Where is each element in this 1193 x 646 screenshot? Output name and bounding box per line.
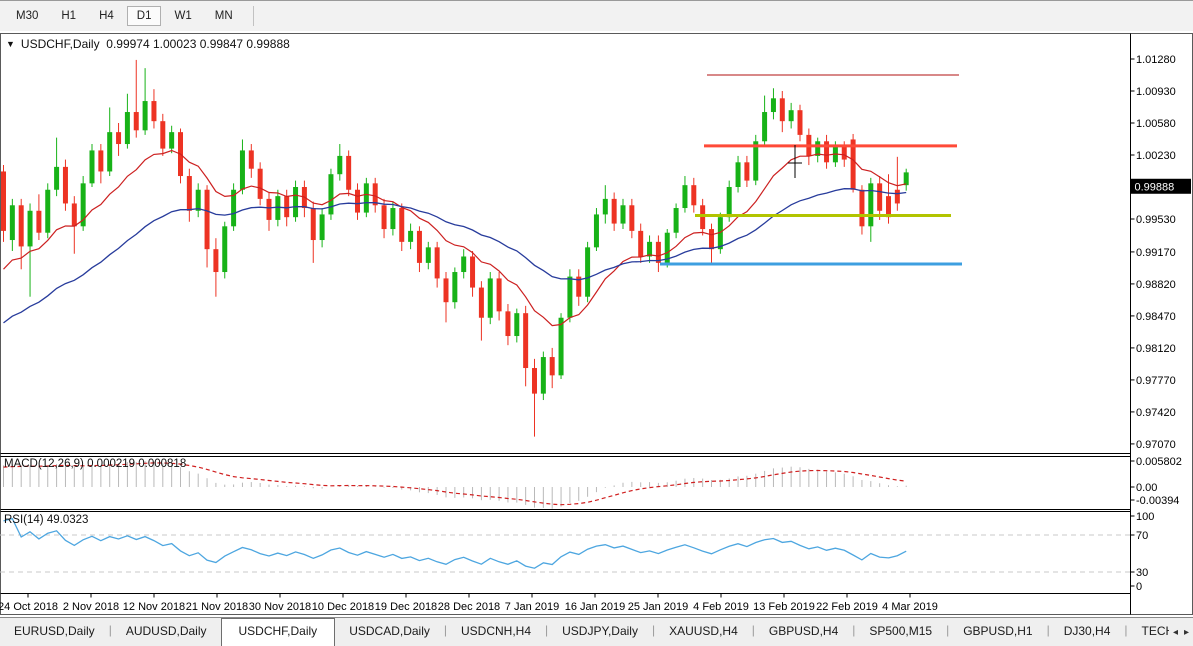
rsi-axis-tick: 70: [1136, 530, 1148, 542]
date-tick: 2 Nov 2018: [63, 601, 119, 613]
chart-ohlc-values: 0.99974 1.00023 0.99847 0.99888: [106, 37, 290, 51]
date-tick: 22 Feb 2019: [816, 601, 878, 613]
chart-tab-gbpusd-h4[interactable]: GBPUSD,H4: [755, 618, 852, 646]
symbol-dropdown-icon[interactable]: ▼: [6, 39, 15, 49]
price-tick: 0.97070: [1136, 439, 1176, 451]
price-tick: 0.98120: [1136, 343, 1176, 355]
timeframe-button-mn[interactable]: MN: [205, 6, 243, 26]
date-tick: 13 Feb 2019: [753, 601, 815, 613]
rsi-axis-tick: 30: [1136, 567, 1148, 579]
price-tick: 1.01280: [1136, 54, 1176, 66]
timeframe-button-h4[interactable]: H4: [89, 6, 124, 26]
price-tick: 0.99170: [1136, 247, 1176, 259]
price-tick: 0.98820: [1136, 279, 1176, 291]
chart-tab-audusd-daily[interactable]: AUDUSD,Daily: [112, 618, 221, 646]
chart-title: ▼ USDCHF,Daily 0.99974 1.00023 0.99847 0.…: [6, 37, 290, 51]
rsi-indicator-label: RSI(14) 49.0323: [4, 514, 88, 526]
price-tick: 0.98470: [1136, 311, 1176, 323]
mt4-window: { "toolbar": { "timeframes": [ {"label":…: [0, 0, 1193, 646]
price-tick: 1.00230: [1136, 150, 1176, 162]
date-tick: 10 Dec 2018: [312, 601, 374, 613]
price-tick: 0.97420: [1136, 407, 1176, 419]
chart-tab-xauusd-h4[interactable]: XAUUSD,H4: [655, 618, 752, 646]
price-tick: 0.97770: [1136, 375, 1176, 387]
chart-window: 1.01280 1.00930 1.00580 1.00230 0.99530 0.991…: [0, 33, 1193, 615]
tab-scroll-buttons: ◂ ▸: [1169, 618, 1193, 646]
chart-canvas[interactable]: 1.01280 1.00930 1.00580 1.00230 0.99530 0.991…: [0, 33, 1193, 615]
rsi-axis-tick: 100: [1136, 511, 1154, 523]
chart-tab-sp500-m15[interactable]: SP500,M15: [855, 618, 946, 646]
macd-name: MACD(12,26,9): [4, 458, 84, 470]
date-tick: 4 Mar 2019: [882, 601, 938, 613]
date-tick: 25 Jan 2019: [628, 601, 689, 613]
macd-axis-tick: 0.005802: [1136, 456, 1182, 468]
chart-symbol-label: USDCHF,Daily: [21, 37, 100, 51]
price-tick: 1.00930: [1136, 86, 1176, 98]
date-tick: 7 Jan 2019: [505, 601, 559, 613]
macd-values: 0.000219 0.000818: [87, 458, 186, 470]
current-price-label: 0.99888: [1135, 181, 1175, 193]
date-tick: 12 Nov 2018: [123, 601, 185, 613]
chart-tab-usdcad-daily[interactable]: USDCAD,Daily: [335, 618, 444, 646]
date-tick: 21 Nov 2018: [186, 601, 248, 613]
date-tick: 30 Nov 2018: [249, 601, 311, 613]
chart-tab-gbpusd-h1[interactable]: GBPUSD,H1: [949, 618, 1046, 646]
date-tick: 4 Feb 2019: [693, 601, 749, 613]
price-tick: 1.00580: [1136, 118, 1176, 130]
chart-tab-usdchf-daily[interactable]: USDCHF,Daily: [221, 618, 336, 646]
timeframe-toolbar: M30H1H4D1W1MN: [0, 0, 1193, 31]
chart-tab-usdjpy-daily[interactable]: USDJPY,Daily: [548, 618, 652, 646]
date-tick: 16 Jan 2019: [565, 601, 626, 613]
price-tick: 0.99530: [1136, 214, 1176, 226]
tab-scroll-right-icon[interactable]: ▸: [1184, 627, 1189, 638]
toolbar-separator: [253, 6, 254, 26]
date-tick: 28 Dec 2018: [438, 601, 500, 613]
chart-tabbar: EURUSD,Daily|AUDUSD,DailyUSDCHF,DailyUSD…: [0, 617, 1193, 646]
date-tick: 24 Oct 2018: [0, 601, 58, 613]
date-tick: 19 Dec 2018: [375, 601, 437, 613]
macd-axis-tick: -0.00394: [1136, 495, 1179, 507]
timeframe-button-w1[interactable]: W1: [164, 6, 201, 26]
rsi-value: 49.0323: [47, 514, 89, 526]
chart-tab-dj30-h4[interactable]: DJ30,H4: [1050, 618, 1125, 646]
timeframe-button-h1[interactable]: H1: [51, 6, 86, 26]
macd-axis-tick: 0.00: [1136, 482, 1157, 494]
chart-tab-eurusd-daily[interactable]: EURUSD,Daily: [0, 618, 109, 646]
rsi-name: RSI(14): [4, 514, 44, 526]
timeframe-button-d1[interactable]: D1: [127, 6, 162, 26]
chart-tab-usdcnh-h4[interactable]: USDCNH,H4: [447, 618, 545, 646]
tab-scroll-left-icon[interactable]: ◂: [1173, 627, 1178, 638]
macd-indicator-label: MACD(12,26,9) 0.000219 0.000818: [4, 458, 186, 470]
rsi-axis-tick: 0: [1136, 581, 1142, 593]
timeframe-button-m30[interactable]: M30: [6, 6, 48, 26]
